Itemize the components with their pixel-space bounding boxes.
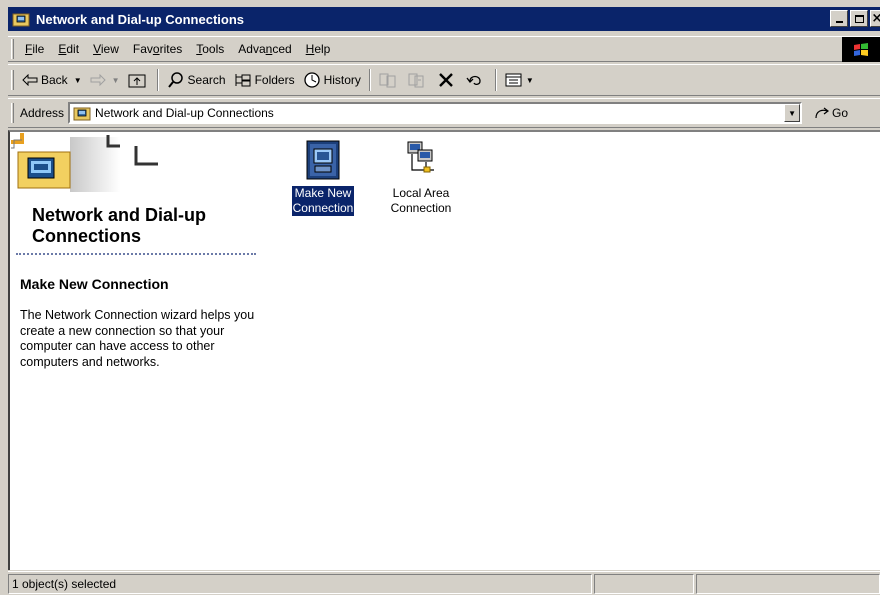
history-icon bbox=[303, 72, 320, 88]
undo-button[interactable] bbox=[462, 68, 491, 92]
chevron-down-icon: ▼ bbox=[788, 108, 796, 118]
search-label: Search bbox=[187, 73, 226, 87]
list-item-make-new-connection[interactable]: Make New Connection bbox=[280, 140, 366, 216]
network-folder-icon bbox=[12, 11, 30, 27]
pane-title-line2: Connections bbox=[32, 226, 142, 246]
address-label: Address bbox=[20, 106, 65, 120]
menu-help[interactable]: Help bbox=[299, 42, 338, 56]
forward-dropdown-icon[interactable]: ▼ bbox=[112, 76, 120, 85]
forward-button[interactable]: ▼ bbox=[86, 68, 124, 92]
menu-view[interactable]: View bbox=[86, 42, 126, 56]
address-value: Network and Dial-up Connections bbox=[95, 106, 274, 120]
views-icon bbox=[505, 73, 522, 87]
maximize-button[interactable] bbox=[850, 10, 868, 27]
delete-button[interactable] bbox=[433, 68, 462, 92]
history-label: History bbox=[323, 73, 361, 87]
window-title: Network and Dial-up Connections bbox=[36, 11, 245, 27]
close-button[interactable]: × bbox=[870, 10, 880, 27]
menu-favorites[interactable]: Favorites bbox=[126, 42, 189, 56]
make-new-connection-icon bbox=[306, 140, 340, 180]
back-label: Back bbox=[41, 73, 68, 87]
status-panel-3 bbox=[696, 573, 880, 594]
up-folder-icon bbox=[128, 74, 146, 88]
back-arrow-icon bbox=[22, 74, 38, 86]
back-button[interactable]: Back ▼ bbox=[18, 68, 86, 92]
local-area-connection-label: Local Area Connection bbox=[390, 186, 452, 215]
selected-item-description: The Network Connection wizard helps you … bbox=[20, 308, 255, 369]
undo-icon bbox=[466, 75, 481, 85]
close-icon: × bbox=[872, 12, 880, 25]
status-text: 1 object(s) selected bbox=[8, 573, 592, 594]
go-label: Go bbox=[832, 106, 849, 120]
web-view-pane: Network and Dial-up Connections Make New… bbox=[10, 132, 260, 570]
list-item-local-area-connection[interactable]: Local Area Connection bbox=[378, 140, 464, 216]
local-area-connection-icon bbox=[407, 141, 434, 173]
folders-button[interactable]: Folders bbox=[230, 68, 299, 92]
toolbar-grip[interactable] bbox=[11, 70, 14, 90]
views-button[interactable]: ▼ bbox=[501, 68, 538, 92]
search-button[interactable]: Search bbox=[163, 68, 230, 92]
menu-bar: File Edit View Favorites Tools Advanced … bbox=[8, 36, 880, 62]
folders-label: Folders bbox=[254, 73, 295, 87]
pane-title: Network and Dial-up Connections bbox=[32, 205, 206, 247]
copy-to-button[interactable] bbox=[404, 68, 433, 92]
address-bar: Address Network and Dial-up Connections … bbox=[8, 98, 880, 128]
menu-grip[interactable] bbox=[11, 39, 14, 59]
standard-toolbar: Back ▼ ▼ Search Folders History ▼ bbox=[8, 64, 880, 96]
search-icon bbox=[167, 72, 183, 88]
go-button[interactable]: Go bbox=[814, 106, 848, 120]
pane-title-line1: Network and Dial-up bbox=[32, 205, 207, 225]
history-button[interactable]: History bbox=[299, 68, 365, 92]
minimize-button[interactable] bbox=[830, 10, 848, 27]
selected-item-heading: Make New Connection bbox=[20, 276, 169, 292]
network-folder-banner-icon bbox=[11, 133, 158, 192]
copy-to-icon bbox=[408, 73, 424, 88]
maximize-icon bbox=[854, 14, 864, 23]
move-to-button[interactable] bbox=[375, 68, 404, 92]
folders-icon bbox=[235, 74, 251, 87]
status-bar: 1 object(s) selected bbox=[8, 571, 880, 595]
up-folder-button[interactable] bbox=[124, 68, 153, 92]
forward-arrow-icon bbox=[90, 74, 106, 86]
menu-edit[interactable]: Edit bbox=[51, 42, 86, 56]
status-panel-2 bbox=[594, 573, 694, 594]
folder-view[interactable]: Network and Dial-up Connections Make New… bbox=[8, 130, 880, 570]
pane-divider bbox=[16, 253, 256, 255]
address-grip[interactable] bbox=[11, 103, 14, 123]
delete-icon bbox=[439, 73, 453, 87]
move-to-icon bbox=[379, 73, 396, 88]
title-bar[interactable]: Network and Dial-up Connections × bbox=[8, 7, 880, 31]
menu-advanced[interactable]: Advanced bbox=[231, 42, 298, 56]
network-folder-small-icon bbox=[73, 105, 91, 121]
address-dropdown-button[interactable]: ▼ bbox=[784, 104, 801, 122]
address-input[interactable]: Network and Dial-up Connections ▼ bbox=[68, 102, 803, 124]
menu-tools[interactable]: Tools bbox=[189, 42, 231, 56]
make-new-connection-label: Make New Connection bbox=[291, 186, 355, 216]
explorer-window: Network and Dial-up Connections × File E… bbox=[0, 0, 880, 595]
back-dropdown-icon[interactable]: ▼ bbox=[74, 76, 82, 85]
windows-logo-icon bbox=[842, 37, 880, 62]
menu-file[interactable]: File bbox=[18, 42, 51, 56]
go-arrow-icon bbox=[815, 107, 830, 119]
views-dropdown-icon[interactable]: ▼ bbox=[526, 76, 534, 85]
minimize-icon bbox=[835, 20, 843, 23]
